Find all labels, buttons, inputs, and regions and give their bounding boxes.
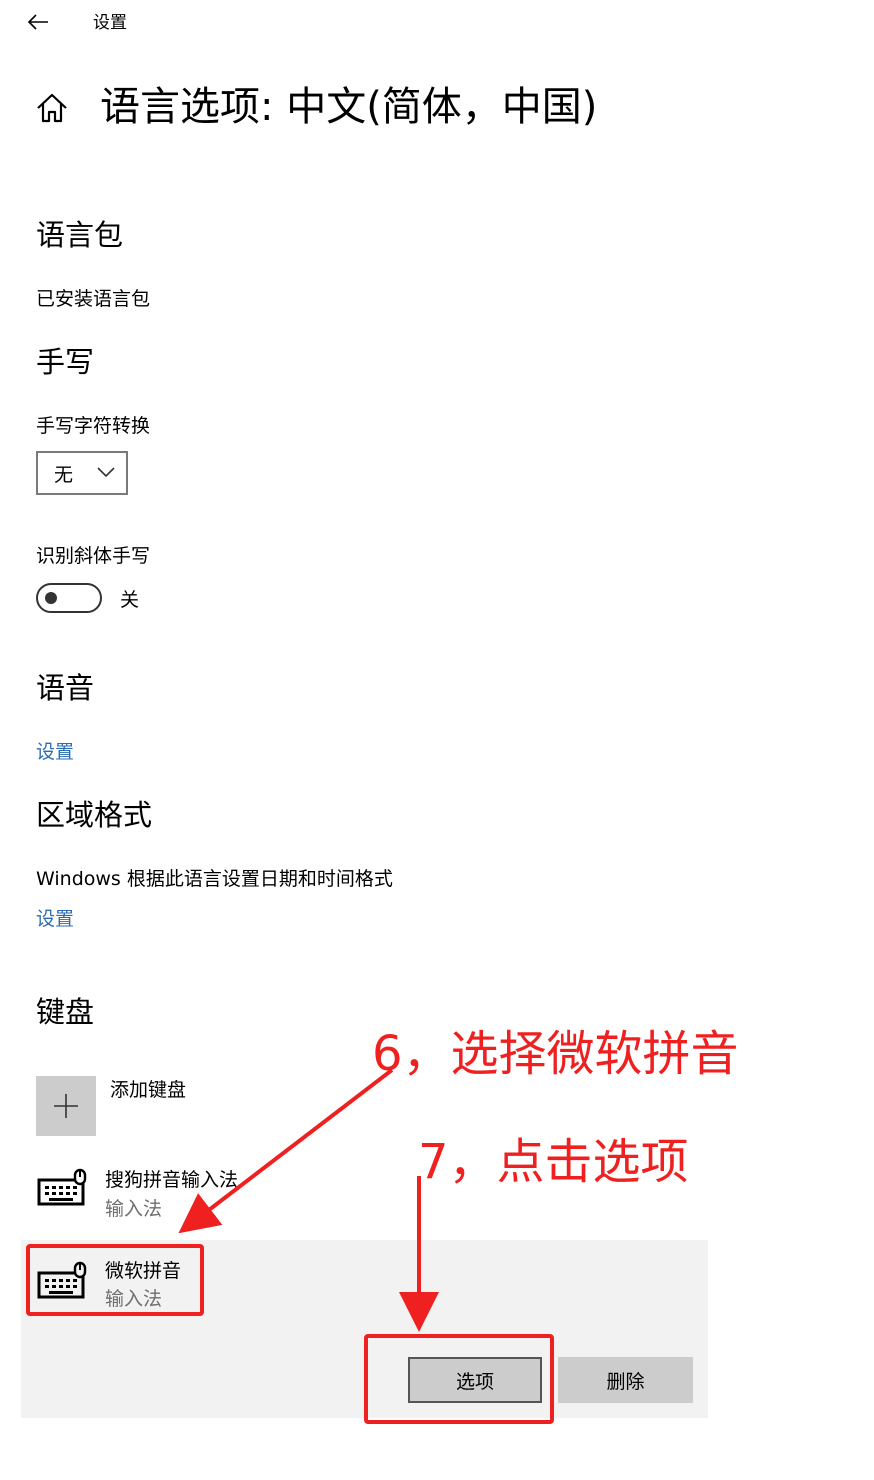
- handwriting-conversion-dropdown[interactable]: 无: [36, 451, 128, 495]
- language-pack-status: 已安装语言包: [36, 288, 151, 310]
- speech-settings-link[interactable]: 设置: [36, 739, 74, 765]
- section-heading-region-format: 区域格式: [36, 798, 153, 832]
- add-keyboard-button[interactable]: [36, 1076, 96, 1136]
- back-button[interactable]: [22, 8, 54, 36]
- dropdown-value: 无: [54, 463, 74, 486]
- keyboard-item-sogou[interactable]: 搜狗拼音输入法 输入法: [30, 1160, 270, 1226]
- plus-icon: [54, 1094, 78, 1118]
- section-heading-speech: 语音: [36, 671, 95, 705]
- page-title: 语言选项: 中文(简体，中国): [100, 84, 598, 130]
- arrow-left-icon: [27, 14, 48, 30]
- section-heading-language-pack: 语言包: [36, 218, 124, 252]
- add-keyboard-label[interactable]: 添加键盘: [110, 1077, 186, 1103]
- annotation-highlight-options-button: [364, 1334, 554, 1424]
- region-format-description: Windows 根据此语言设置日期和时间格式: [36, 868, 393, 890]
- section-heading-handwriting: 手写: [36, 345, 95, 379]
- delete-button[interactable]: 删除: [558, 1357, 693, 1403]
- keyboard-item-type: 输入法: [105, 1198, 163, 1220]
- chevron-down-icon: [97, 467, 115, 478]
- home-icon[interactable]: [34, 90, 70, 126]
- app-title: 设置: [93, 13, 127, 33]
- toggle-knob: [45, 592, 57, 604]
- handwriting-conversion-label: 手写字符转换: [36, 415, 151, 437]
- region-settings-link[interactable]: 设置: [36, 906, 74, 932]
- toggle-state-label: 关: [120, 589, 140, 611]
- annotation-step-6: 6，选择微软拼音: [372, 1026, 739, 1082]
- keyboard-item-name: 搜狗拼音输入法: [105, 1169, 239, 1191]
- section-heading-keyboards: 键盘: [36, 995, 95, 1029]
- italic-handwriting-toggle[interactable]: [36, 583, 102, 613]
- keyboard-icon: [37, 1168, 87, 1206]
- annotation-step-7: 7，点击选项: [418, 1134, 689, 1190]
- annotation-highlight-microsoft-pinyin: [26, 1244, 204, 1316]
- italic-handwriting-label: 识别斜体手写: [36, 545, 151, 567]
